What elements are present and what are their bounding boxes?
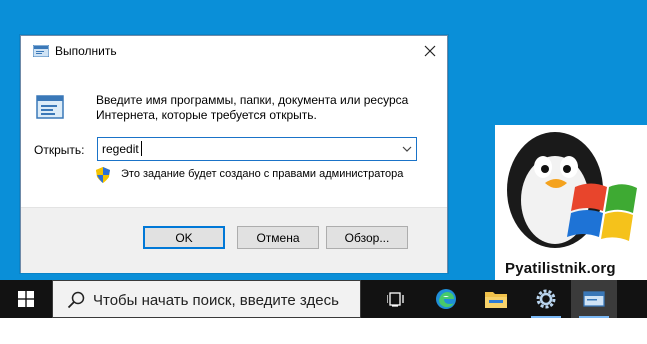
shield-icon	[96, 167, 110, 183]
dialog-title: Выполнить	[55, 44, 117, 58]
start-button[interactable]	[0, 280, 52, 318]
text-caret	[141, 141, 142, 156]
taskbar: Чтобы начать поиск, введите здесь	[0, 280, 647, 318]
run-app-icon	[33, 45, 49, 57]
run-taskbar-button[interactable]	[571, 280, 617, 318]
open-label: Открыть:	[34, 143, 85, 157]
chevron-down-icon[interactable]	[402, 144, 412, 154]
penguin-windows-logo-icon	[507, 132, 637, 248]
dialog-titlebar[interactable]: Выполнить	[21, 36, 447, 66]
close-button[interactable]	[413, 36, 447, 66]
folder-icon	[485, 292, 507, 308]
run-icon	[583, 291, 605, 307]
search-icon	[67, 291, 85, 309]
settings-button[interactable]	[523, 280, 569, 318]
open-input[interactable]: regedit	[102, 142, 139, 156]
windows-start-icon	[18, 291, 34, 307]
gear-icon	[536, 289, 556, 309]
browse-button[interactable]: Обзор...	[326, 226, 408, 249]
task-view-button[interactable]	[373, 280, 419, 318]
close-icon	[424, 45, 436, 57]
cancel-button[interactable]: Отмена	[237, 226, 319, 249]
site-logo: Pyatilistnik.org	[495, 125, 647, 285]
edge-button[interactable]	[423, 280, 469, 318]
admin-note: Это задание будет создано с правами адми…	[121, 168, 404, 180]
run-large-icon	[36, 95, 64, 119]
dialog-description: Введите имя программы, папки, документа …	[96, 93, 409, 122]
task-view-icon	[387, 292, 404, 307]
page-bottom-margin	[0, 318, 647, 344]
file-explorer-button[interactable]	[473, 280, 519, 318]
search-placeholder: Чтобы начать поиск, введите здесь	[93, 292, 339, 309]
run-dialog: Выполнить Введите имя программы, папки, …	[20, 35, 448, 273]
logo-text: Pyatilistnik.org	[505, 260, 616, 277]
open-combobox[interactable]: regedit	[97, 137, 417, 161]
taskbar-search-box[interactable]: Чтобы начать поиск, введите здесь	[52, 280, 361, 318]
dialog-footer: OK Отмена Обзор...	[21, 207, 447, 273]
ok-button[interactable]: OK	[143, 226, 225, 249]
edge-icon	[436, 289, 456, 309]
